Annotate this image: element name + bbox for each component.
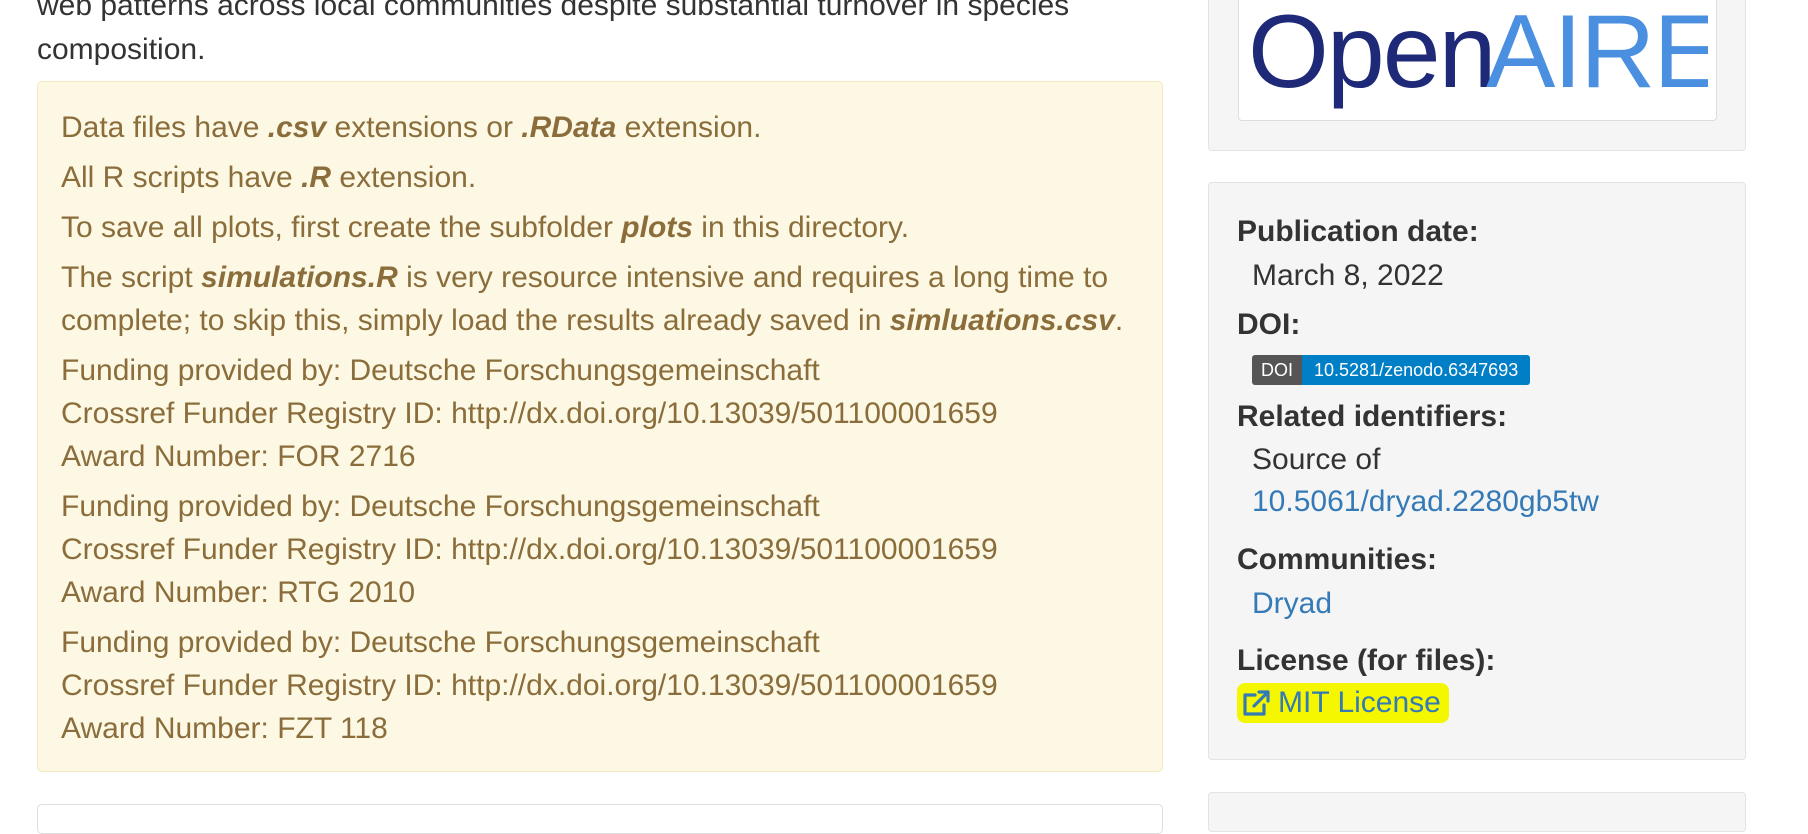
description-line: composition. <box>37 33 206 66</box>
license-link-label: MIT License <box>1278 686 1441 719</box>
doi-badge-value: 10.5281/zenodo.6347693 <box>1302 355 1531 385</box>
note-simulations: The script simulations.R is very resourc… <box>61 256 1151 342</box>
doi-badge-prefix: DOI <box>1252 355 1303 385</box>
doi-badge[interactable]: DOI 10.5281/zenodo.6347693 <box>1252 355 1531 385</box>
openaire-logo[interactable]: Open AIRE <box>1248 2 1708 110</box>
publication-date-label: Publication date: <box>1237 215 1479 248</box>
external-link-icon <box>1243 690 1270 716</box>
openaire-logo-aire: AIRE <box>1486 2 1708 110</box>
note-data-files: Data files have .csv extensions or .RDat… <box>61 111 762 144</box>
note-simulations-line: The script simulations.R is very resourc… <box>61 261 1109 294</box>
note-plots: To save all plots, first create the subf… <box>61 211 910 244</box>
description-text: web patterns across local communities de… <box>37 0 1157 72</box>
funding-registry: Crossref Funder Registry ID: http://dx.d… <box>61 397 998 430</box>
funding-award: Award Number: FZT 118 <box>61 712 388 745</box>
funding-entry: Funding provided by: Deutsche Forschungs… <box>61 621 1151 750</box>
next-section-panel <box>37 804 1163 834</box>
note-simulations-line: complete; to skip this, simply load the … <box>61 304 1124 337</box>
license-link[interactable]: MIT License <box>1237 683 1449 723</box>
communities-label: Communities: <box>1237 543 1438 576</box>
funding-registry: Crossref Funder Registry ID: http://dx.d… <box>61 669 998 702</box>
publication-date: March 8, 2022 <box>1252 259 1444 292</box>
related-identifier-link[interactable]: 10.5061/dryad.2280gb5tw <box>1252 485 1599 519</box>
funding-registry: Crossref Funder Registry ID: http://dx.d… <box>61 533 998 566</box>
funding-entry: Funding provided by: Deutsche Forschungs… <box>61 485 1151 614</box>
license-label: License (for files): <box>1237 644 1496 677</box>
openaire-logo-open: Open <box>1248 2 1494 110</box>
note-r-scripts: All R scripts have .R extension. <box>61 161 477 194</box>
funding-award: Award Number: FOR 2716 <box>61 440 416 473</box>
community-link-dryad[interactable]: Dryad <box>1252 587 1332 621</box>
funding-provider: Funding provided by: Deutsche Forschungs… <box>61 626 820 659</box>
related-identifiers-label: Related identifiers: <box>1237 400 1508 433</box>
funding-provider: Funding provided by: Deutsche Forschungs… <box>61 490 820 523</box>
funding-award: Award Number: RTG 2010 <box>61 576 416 609</box>
next-sidebar-panel <box>1208 792 1746 832</box>
funding-provider: Funding provided by: Deutsche Forschungs… <box>61 354 820 387</box>
related-identifier-prefix: Source of <box>1252 443 1381 476</box>
description-line: web patterns across local communities de… <box>37 0 1070 22</box>
funding-entry: Funding provided by: Deutsche Forschungs… <box>61 349 1151 478</box>
doi-label: DOI: <box>1237 308 1301 341</box>
